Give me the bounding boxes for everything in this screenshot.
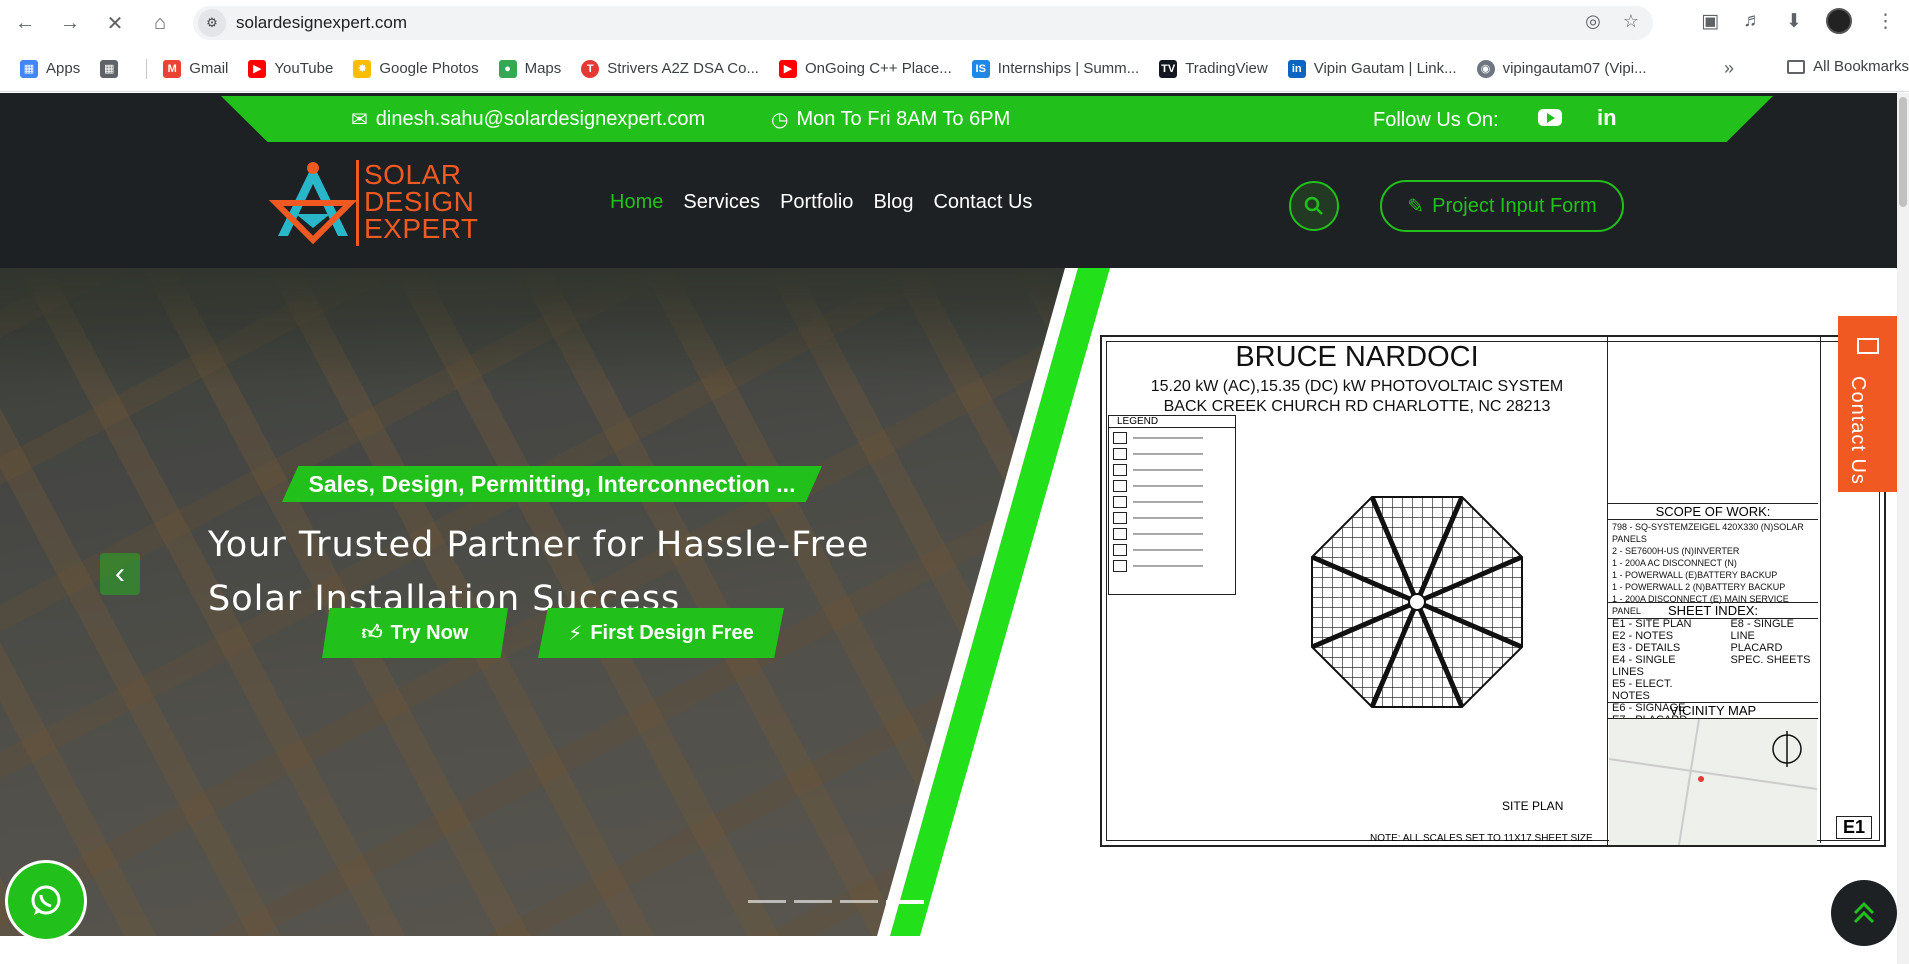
url-text[interactable]: solardesignexpert.com [236,13,407,33]
youtube-icon: ▶ [248,59,267,78]
nav-contact-us[interactable]: Contact Us [933,191,1032,214]
contact-topbar: ✉ dinesh.sahu@solardesignexpert.com ◷ Mo… [221,96,1773,142]
more-bookmarks-icon[interactable]: » [1724,58,1734,79]
slide-dot[interactable] [840,900,878,903]
hero-tagline: Sales, Design, Permitting, Interconnecti… [282,466,822,502]
bookmark-google-photos[interactable]: ✸ Google Photos [353,59,479,78]
forward-icon[interactable]: → [55,8,85,38]
address-bar[interactable]: ⚙ solardesignexpert.com ◎ ☆ [193,6,1653,40]
edit-icon: ✎ [1407,195,1425,218]
media-control-icon[interactable]: ♬ [1743,10,1762,32]
browser-toolbar: ← → ✕ ⌂ ⚙ solardesignexpert.com ◎ ☆ ▣ ♬ … [0,0,1909,46]
nav-portfolio[interactable]: Portfolio [780,191,853,214]
nav-home[interactable]: Home [610,191,663,214]
slide-dot[interactable] [794,900,832,903]
site-header: ✉ dinesh.sahu@solardesignexpert.com ◷ Mo… [0,93,1897,268]
youtube-icon: ▶ [778,59,797,78]
bookmark-apps[interactable]: ▦ Apps [20,59,80,78]
scroll-to-top-button[interactable] [1831,880,1897,946]
github-icon: ◉ [1476,59,1495,78]
slide-dot[interactable] [748,900,786,903]
main-navigation: Home Services Portfolio Blog Contact Us [610,191,1032,214]
bookmark-linkedin[interactable]: in Vipin Gautam | Link... [1287,59,1457,78]
drawing-info-panel: SCOPE OF WORK: 798 - SQ-SYSTEMZEIGEL 420… [1607,337,1818,847]
roof-array-diagram [1311,496,1523,708]
download-icon[interactable]: ⬇ [1786,10,1802,33]
extensions-icon[interactable]: ▣ [1701,10,1719,33]
bookmark-star-icon[interactable]: ☆ [1623,11,1639,32]
search-icon [1304,196,1323,215]
bookmark-ongoing-cpp[interactable]: ▶ OnGoing C++ Place... [778,59,952,78]
logo-text: SOLAR DESIGN EXPERT [364,159,479,244]
bookmark-youtube[interactable]: ▶ YouTube [248,59,333,78]
thumbs-up-icon: 👍︎ [361,622,383,644]
menu-icon[interactable]: ⋮ [1876,10,1895,33]
linkedin-icon: in [1287,59,1306,78]
follow-label: Follow Us On: [1373,109,1499,131]
bolt-icon: ⚡︎ [568,622,583,645]
envelope-icon: ✉ [351,109,368,131]
back-icon[interactable]: ← [10,8,40,38]
whatsapp-button[interactable] [8,863,84,939]
clock-icon: ◷ [771,109,789,131]
try-now-button[interactable]: 👍︎ Try Now [322,608,508,658]
solar-plan-drawing: BRUCE NARDOCI 15.20 kW (AC),15.35 (DC) k… [1100,335,1886,847]
page-scrollbar[interactable] [1897,93,1909,964]
sheet-number: E1 [1835,816,1872,839]
drawing-title: BRUCE NARDOCI [1235,341,1479,373]
apps-grid-icon: ▦ [20,59,38,78]
double-chevron-up-icon [1853,901,1875,924]
home-icon[interactable]: ⌂ [145,8,175,38]
linkedin-social-icon[interactable]: in [1597,105,1617,131]
site-logo[interactable]: SOLAR DESIGN EXPERT [268,158,483,248]
bookmark-maps[interactable]: ● Maps [498,59,561,78]
site-info-icon[interactable]: ⚙ [198,9,226,37]
logo-divider [356,160,359,246]
business-hours: ◷ Mon To Fri 8AM To 6PM [771,108,1011,131]
bookmarks-bar: ▦ Apps ▦ M Gmail ▶ YouTube ✸ Google Photos ●… [0,46,1909,92]
compass-logo-icon [268,162,358,245]
email-link[interactable]: ✉ dinesh.sahu@solardesignexpert.com [351,107,705,132]
nav-services[interactable]: Services [683,191,760,214]
gmail-icon: M [163,59,182,78]
bookmark-internships[interactable]: IS Internships | Summ... [971,59,1139,78]
first-design-free-button[interactable]: ⚡︎ First Design Free [538,608,784,658]
bookmark-gmail[interactable]: M Gmail [163,59,228,78]
bookmark-tradingview[interactable]: TV TradingView [1159,59,1268,78]
youtube-social-icon[interactable] [1538,109,1562,126]
site-plan-label: SITE PLAN [1502,799,1564,813]
bookmark-github[interactable]: ◉ vipingautam07 (Vipi... [1476,59,1647,78]
bookmark-separator [146,58,148,79]
tuf-icon: T [581,59,600,78]
bookmark-tab-groups[interactable]: ▦ [100,59,126,78]
vicinity-map [1608,718,1818,846]
chevron-left-icon: ‹ [115,557,125,590]
maps-icon: ● [498,59,517,78]
profile-avatar[interactable] [1826,8,1852,34]
internshala-icon: IS [971,59,990,78]
nav-blog[interactable]: Blog [873,191,913,214]
tradingview-icon: TV [1159,59,1178,78]
all-bookmarks[interactable]: All Bookmarks [1787,58,1909,75]
folder-icon [1787,59,1806,74]
contact-us-side-tab[interactable]: Contact Us [1838,316,1898,492]
google-photos-icon: ✸ [353,59,372,78]
stop-loading-icon[interactable]: ✕ [100,8,130,38]
tab-groups-icon: ▦ [100,59,119,78]
slider-prev-button[interactable]: ‹ [100,553,140,595]
scale-note: NOTE: ALL SCALES SET TO 11X17 SHEET SIZE [1370,833,1593,844]
slider-pagination [748,900,924,904]
website-viewport: ✉ dinesh.sahu@solardesignexpert.com ◷ Mo… [0,93,1909,964]
map-thumbnail [1608,718,1818,846]
eye-off-icon[interactable]: ◎ [1585,11,1601,32]
project-input-form-button[interactable]: ✎ Project Input Form [1380,180,1624,232]
whatsapp-icon [31,885,61,915]
drawing-legend: LEGEND [1108,415,1236,595]
bookmark-strivers[interactable]: T Strivers A2Z DSA Co... [581,59,759,78]
envelope-icon [1857,338,1879,354]
slide-dot-active[interactable] [886,900,924,904]
hero-slider: Sales, Design, Permitting, Interconnecti… [0,268,1897,936]
search-button[interactable] [1289,181,1339,231]
drawing-subtitle: 15.20 kW (AC),15.35 (DC) kW PHOTOVOLTAIC… [1150,378,1564,415]
